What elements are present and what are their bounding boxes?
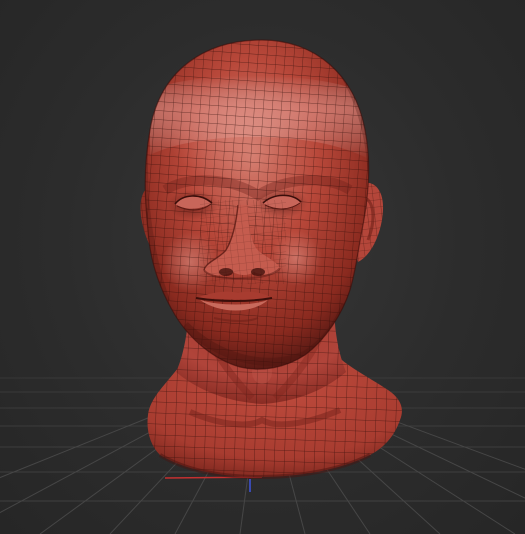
3d-viewport[interactable] (0, 0, 525, 534)
viewport-canvas[interactable] (0, 0, 525, 534)
head-mesh[interactable] (130, 30, 390, 380)
nose (200, 200, 286, 284)
